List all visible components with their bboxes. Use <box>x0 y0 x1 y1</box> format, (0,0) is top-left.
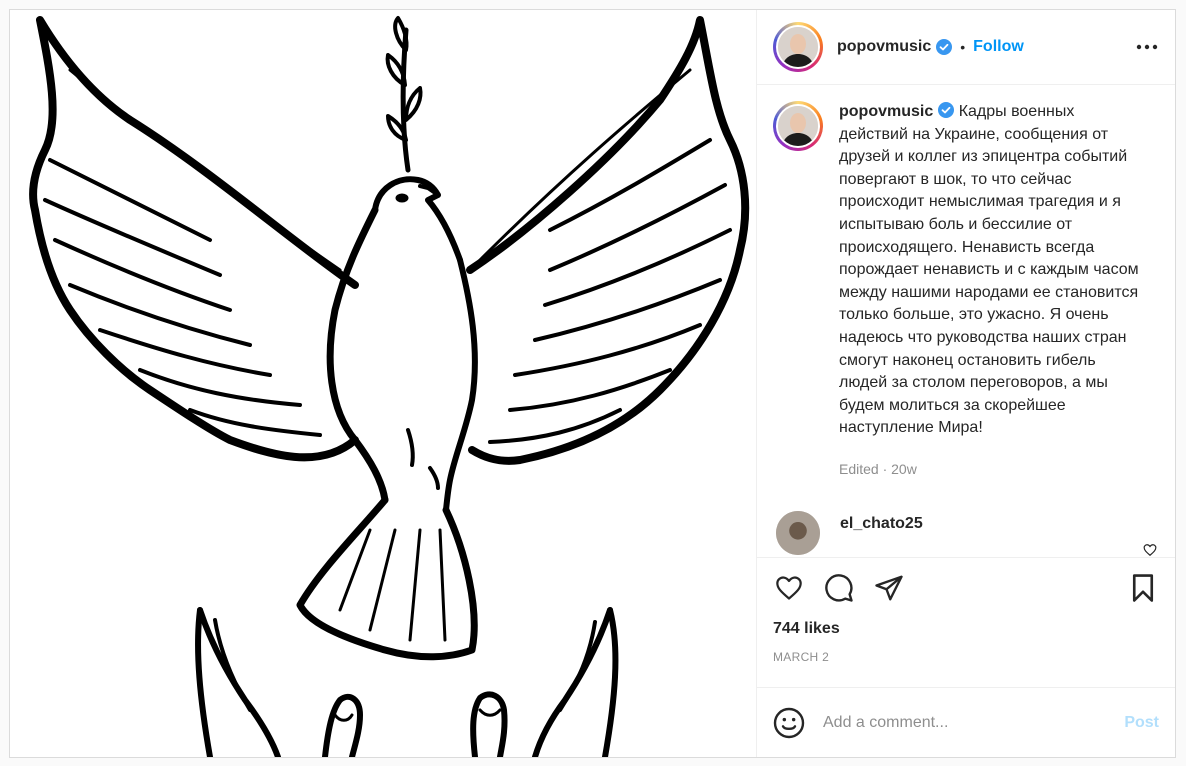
post-image[interactable] <box>10 10 757 757</box>
header-username[interactable]: popovmusic <box>837 38 931 56</box>
story-ring[interactable] <box>773 22 823 72</box>
avatar <box>776 25 820 69</box>
post-button[interactable]: Post <box>1124 714 1159 732</box>
likes-count[interactable]: 744 likes <box>773 620 1159 638</box>
caption: popovmusic Кадры военных действий на Укр… <box>773 101 1159 481</box>
emoji-icon[interactable] <box>773 707 805 739</box>
caption-text: Кадры военных действий на Украине, сообщ… <box>839 103 1139 437</box>
caption-avatar <box>776 104 820 148</box>
caption-username[interactable]: popovmusic <box>839 103 933 120</box>
dove-with-hands-illustration <box>29 16 750 757</box>
follow-button[interactable]: Follow <box>973 38 1024 56</box>
add-comment-bar: Post <box>757 687 1175 757</box>
post-dialog: popovmusic • Follow popovmusic Кадры вое… <box>9 9 1176 758</box>
profile-photo <box>776 510 820 555</box>
share-icon[interactable] <box>873 572 905 604</box>
profile-photo <box>778 106 818 146</box>
bookmark-icon[interactable] <box>1127 572 1159 604</box>
comment-input[interactable] <box>823 713 1125 732</box>
more-options-icon[interactable] <box>1135 35 1159 59</box>
like-icon[interactable] <box>773 572 805 604</box>
caption-body: popovmusic Кадры военных действий на Укр… <box>839 101 1139 481</box>
separator-dot: • <box>960 39 966 55</box>
comment-username[interactable]: el_chato25 <box>840 515 923 533</box>
caption-meta: Edited · 20w <box>839 460 917 477</box>
post-sidebar: popovmusic • Follow popovmusic Кадры вое… <box>757 10 1175 757</box>
profile-photo <box>778 27 818 67</box>
verified-badge-icon <box>938 102 955 118</box>
caption-story-ring[interactable] <box>773 101 823 151</box>
action-icons <box>773 572 1159 604</box>
comment-icon[interactable] <box>823 572 855 604</box>
post-header: popovmusic • Follow <box>757 10 1175 85</box>
post-date[interactable]: MARCH 2 <box>773 650 1159 664</box>
comment-avatar[interactable] <box>776 510 820 555</box>
verified-badge-icon <box>936 39 953 55</box>
comment-like-icon[interactable] <box>1143 543 1157 557</box>
actions-bar: 744 likes MARCH 2 <box>757 557 1175 687</box>
comment-item: el_chato25 <box>773 510 1159 555</box>
comments-section[interactable]: popovmusic Кадры военных действий на Укр… <box>757 85 1175 557</box>
